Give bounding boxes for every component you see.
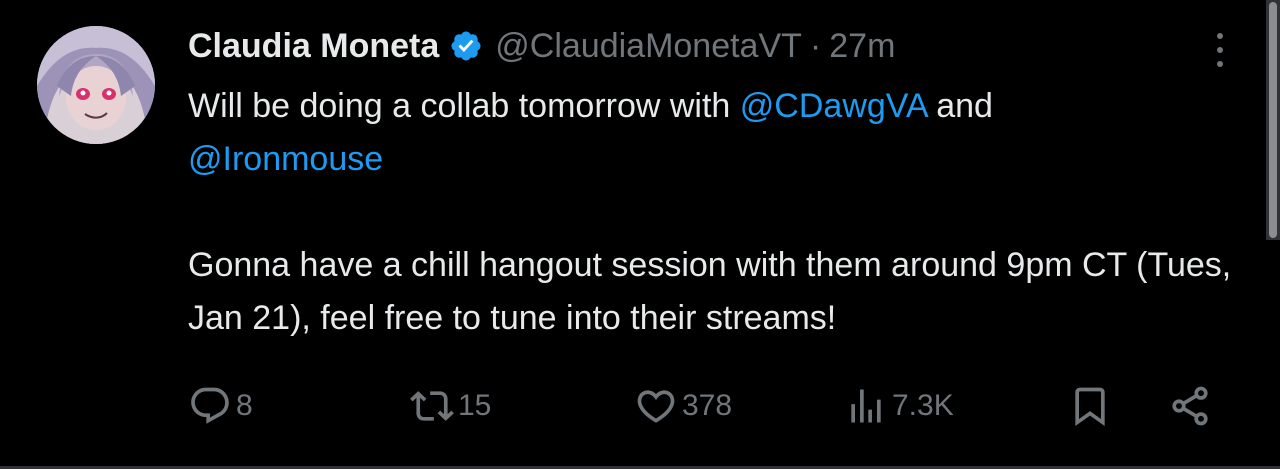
bookmark-button[interactable] xyxy=(1068,378,1112,434)
bar-chart-icon xyxy=(851,389,881,423)
share-icon xyxy=(1172,386,1208,426)
repost-button[interactable]: 15 xyxy=(410,378,491,434)
like-count: 378 xyxy=(682,389,733,422)
bookmark-icon xyxy=(1075,387,1105,427)
views-button[interactable]: 7.3K xyxy=(844,378,954,434)
tweet-card[interactable]: Claudia Moneta @ClaudiaMonetaVT · 27m Wi… xyxy=(0,0,1280,469)
tweet-actions: 8 15 378 7.3K xyxy=(188,378,1228,434)
author-handle[interactable]: @ClaudiaMonetaVT xyxy=(495,27,802,66)
verified-badge-icon xyxy=(451,31,481,61)
scrollbar[interactable] xyxy=(1266,0,1280,240)
avatar[interactable] xyxy=(37,26,155,144)
tweet-paragraph-1: Will be doing a collab tomorrow with @CD… xyxy=(188,80,1248,186)
repost-count: 15 xyxy=(458,389,492,422)
tweet-paragraph-2: Gonna have a chill hangout session with … xyxy=(188,246,1232,337)
tweet-text-segment: and xyxy=(926,87,993,125)
repost-icon xyxy=(410,391,454,421)
mention-link[interactable]: @CDawgVA xyxy=(740,87,927,125)
like-button[interactable]: 378 xyxy=(634,378,732,434)
timestamp[interactable]: 27m xyxy=(829,27,895,66)
avatar-image xyxy=(37,26,155,144)
tweet-header: Claudia Moneta @ClaudiaMonetaVT · 27m xyxy=(188,24,895,68)
reply-button[interactable]: 8 xyxy=(188,378,253,434)
reply-bubble-icon xyxy=(191,387,229,424)
scrollbar-thumb[interactable] xyxy=(1269,2,1277,238)
tweet-text-segment: Will be doing a collab tomorrow with xyxy=(188,87,740,125)
more-vertical-icon[interactable] xyxy=(1206,30,1234,70)
heart-icon xyxy=(637,390,675,423)
share-button[interactable] xyxy=(1168,378,1212,434)
mention-link[interactable]: @Ironmouse xyxy=(188,140,383,178)
reply-count: 8 xyxy=(236,389,253,422)
tweet-text: Will be doing a collab tomorrow with @CD… xyxy=(188,80,1248,345)
separator-dot: · xyxy=(809,26,822,65)
author-name[interactable]: Claudia Moneta xyxy=(188,27,439,66)
views-count: 7.3K xyxy=(892,389,954,422)
